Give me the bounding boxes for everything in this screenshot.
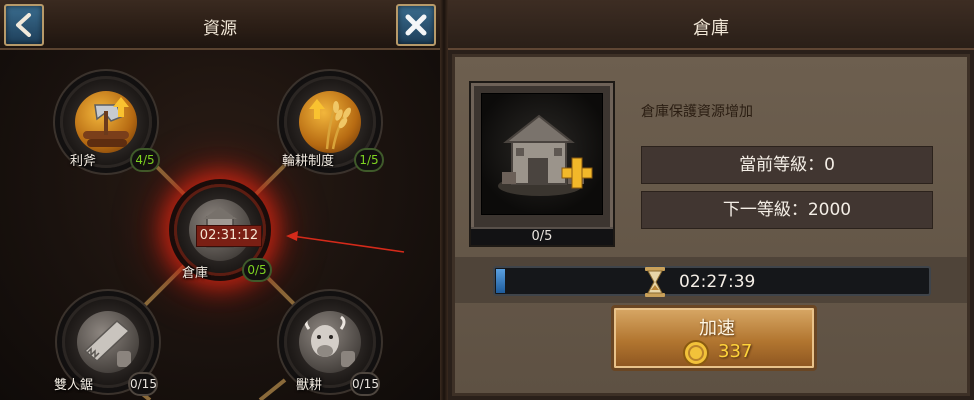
speed-up-cost: 337 [718,341,753,362]
building-frame: 0/5 [469,81,615,247]
speed-up-button[interactable]: 加速 337 [611,305,817,371]
research-description: 倉庫保護資源增加 [641,104,753,120]
warehouse-detail-panel: 倉庫 0/5 倉庫保護資源增加 當前等級：0 下一等級：2000 02:27:3… [448,0,974,400]
panel-divider [440,0,448,400]
gold-coin-icon [683,340,709,366]
research-tree-panel: 資源 利斧 4/5 輪耕制度 1/5 02:31:12 倉庫 0/5 雙人鋸 0… [0,0,440,400]
detail-title: 倉庫 [693,18,729,39]
detail-header: 倉庫 [448,0,974,50]
pointer-arrow [286,231,405,253]
research-progress-fill [496,269,505,293]
research-timer-text: 02:27:39 [679,272,756,292]
detail-body: 0/5 倉庫保護資源增加 當前等級：0 下一等級：2000 02:27:39 加… [452,54,970,396]
current-level-box: 當前等級：0 [641,146,933,184]
next-level-box: 下一等級：2000 [641,191,933,229]
speed-up-label: 加速 [699,318,735,339]
timer-strip: 02:27:39 [455,257,967,303]
research-progress-bar: 02:27:39 [493,266,931,297]
warehouse-building-icon [481,93,603,215]
hourglass-icon [645,267,665,297]
building-research-progress: 0/5 [471,227,613,245]
